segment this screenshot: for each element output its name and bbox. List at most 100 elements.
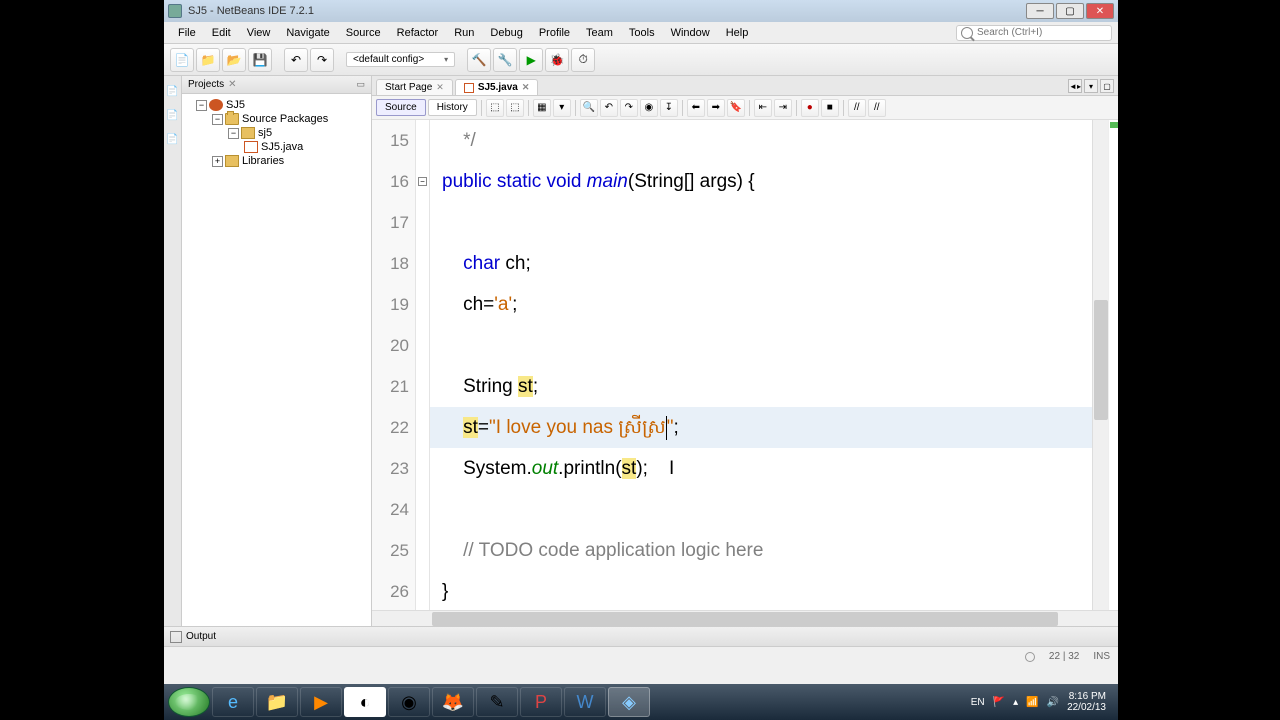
tray-clock[interactable]: 8:16 PM 22/02/13 <box>1067 691 1106 713</box>
tray-lang[interactable]: EN <box>971 697 985 708</box>
tree-node-libs[interactable]: + Libraries <box>184 154 369 168</box>
tree-toggle-icon[interactable]: + <box>212 156 223 167</box>
menu-team[interactable]: Team <box>578 25 621 41</box>
debug-button[interactable]: 🐞 <box>545 48 569 72</box>
subtab-history[interactable]: History <box>428 99 477 116</box>
menu-refactor[interactable]: Refactor <box>389 25 447 41</box>
taskbar-app3-button[interactable]: ✎ <box>476 687 518 717</box>
new-project-button[interactable]: 📁 <box>196 48 220 72</box>
line-number-gutter[interactable]: 15 16 17 18 19 20 21 22 23 24 25 26 <box>372 120 416 610</box>
tree-toggle-icon[interactable]: − <box>196 100 207 111</box>
shift-left-button[interactable]: ⇤ <box>754 99 772 117</box>
menu-tools[interactable]: Tools <box>621 25 663 41</box>
find-selection-button[interactable]: 🔍 <box>580 99 598 117</box>
menu-help[interactable]: Help <box>718 25 757 41</box>
menu-run[interactable]: Run <box>446 25 482 41</box>
projects-panel-minimize-icon[interactable]: ▭ <box>356 79 365 90</box>
project-tree[interactable]: − SJ5 − Source Packages − sj5 SJ5.java <box>182 94 371 626</box>
scrollbar-thumb[interactable] <box>1094 300 1108 420</box>
prev-bookmark-button[interactable]: ⬅ <box>687 99 705 117</box>
tray-network-icon[interactable]: 📶 <box>1026 697 1038 708</box>
taskbar-app1-button[interactable]: ◐ <box>344 687 386 717</box>
vertical-scrollbar[interactable] <box>1092 120 1108 610</box>
find-next-button[interactable]: ↷ <box>620 99 638 117</box>
scrollbar-thumb[interactable] <box>432 612 1058 626</box>
taskbar-wmp-button[interactable]: ▶ <box>300 687 342 717</box>
open-project-button[interactable]: 📂 <box>222 48 246 72</box>
search-input[interactable] <box>977 27 1107 38</box>
editor-btn-4[interactable]: ▾ <box>553 99 571 117</box>
menu-edit[interactable]: Edit <box>204 25 239 41</box>
rail-tab-projects[interactable]: 📄 <box>166 80 179 100</box>
fold-column[interactable]: − <box>416 120 430 610</box>
shift-right-button[interactable]: ⇥ <box>774 99 792 117</box>
uncomment-button[interactable]: // <box>868 99 886 117</box>
tab-sj5-java[interactable]: SJ5.java ✕ <box>455 79 539 95</box>
insert-mode[interactable]: INS <box>1093 651 1110 662</box>
next-bookmark-button[interactable]: ➡ <box>707 99 725 117</box>
menu-source[interactable]: Source <box>338 25 389 41</box>
tree-toggle-icon[interactable]: − <box>228 128 239 139</box>
tab-dropdown-button[interactable]: ▾ <box>1084 79 1098 93</box>
tree-toggle-icon[interactable]: − <box>212 114 223 125</box>
comment-button[interactable]: // <box>848 99 866 117</box>
taskbar-powerpoint-button[interactable]: P <box>520 687 562 717</box>
editor-btn-1[interactable]: ⬚ <box>486 99 504 117</box>
taskbar-firefox-button[interactable]: 🦊 <box>432 687 474 717</box>
taskbar-app2-button[interactable]: ◉ <box>388 687 430 717</box>
rail-tab-files[interactable]: 📄 <box>166 104 179 124</box>
new-file-button[interactable]: 📄 <box>170 48 194 72</box>
window-close-button[interactable]: ✕ <box>1086 3 1114 19</box>
menu-navigate[interactable]: Navigate <box>278 25 337 41</box>
start-button[interactable] <box>168 687 210 717</box>
code-editor[interactable]: */ public static void main(String[] args… <box>430 120 1092 610</box>
start-macro-button[interactable]: ● <box>801 99 819 117</box>
tray-flag-icon[interactable]: 🚩 <box>993 697 1005 708</box>
menu-file[interactable]: File <box>170 25 204 41</box>
tab-maximize-button[interactable]: ▢ <box>1100 79 1114 93</box>
subtab-source[interactable]: Source <box>376 99 426 116</box>
taskbar-ie-button[interactable]: e <box>212 687 254 717</box>
horizontal-scrollbar[interactable] <box>372 610 1118 626</box>
tree-node-file[interactable]: SJ5.java <box>184 140 369 154</box>
taskbar-netbeans-button[interactable]: ◈ <box>608 687 650 717</box>
menu-debug[interactable]: Debug <box>482 25 530 41</box>
output-panel-tab[interactable]: Output <box>164 626 1118 646</box>
projects-panel-close-icon[interactable]: ✕ <box>228 79 236 90</box>
tab-scroll-left-button[interactable]: ◄▸ <box>1068 79 1082 93</box>
stop-macro-button[interactable]: ■ <box>821 99 839 117</box>
editor-btn-2[interactable]: ⬚ <box>506 99 524 117</box>
menu-window[interactable]: Window <box>663 25 718 41</box>
tray-chevron-icon[interactable]: ▴ <box>1013 697 1018 708</box>
menu-view[interactable]: View <box>239 25 279 41</box>
profile-button[interactable]: ⏱ <box>571 48 595 72</box>
tree-node-src[interactable]: − Source Packages <box>184 112 369 126</box>
error-stripe-mark[interactable] <box>1110 122 1118 128</box>
error-stripe[interactable] <box>1108 120 1118 610</box>
tree-node-root[interactable]: − SJ5 <box>184 98 369 112</box>
clean-build-button[interactable]: 🔧 <box>493 48 517 72</box>
global-search[interactable] <box>956 25 1112 41</box>
close-icon[interactable]: ✕ <box>436 82 444 93</box>
toggle-bookmark-button[interactable]: 🔖 <box>727 99 745 117</box>
config-combo[interactable]: <default config> <box>346 52 455 67</box>
close-icon[interactable]: ✕ <box>522 82 530 93</box>
build-button[interactable]: 🔨 <box>467 48 491 72</box>
taskbar-word-button[interactable]: W <box>564 687 606 717</box>
find-prev-button[interactable]: ↶ <box>600 99 618 117</box>
editor-btn-3[interactable]: ▦ <box>533 99 551 117</box>
editor-btn-9[interactable]: ↧ <box>660 99 678 117</box>
redo-button[interactable]: ↷ <box>310 48 334 72</box>
window-minimize-button[interactable]: ─ <box>1026 3 1054 19</box>
window-maximize-button[interactable]: ▢ <box>1056 3 1084 19</box>
run-button[interactable]: ▶ <box>519 48 543 72</box>
tab-start-page[interactable]: Start Page ✕ <box>376 79 453 95</box>
menu-profile[interactable]: Profile <box>531 25 578 41</box>
system-tray[interactable]: EN 🚩 ▴ 📶 🔊 8:16 PM 22/02/13 <box>971 691 1114 713</box>
taskbar-explorer-button[interactable]: 📁 <box>256 687 298 717</box>
save-all-button[interactable]: 💾 <box>248 48 272 72</box>
undo-button[interactable]: ↶ <box>284 48 308 72</box>
toggle-highlight-button[interactable]: ◉ <box>640 99 658 117</box>
tree-node-pkg[interactable]: − sj5 <box>184 126 369 140</box>
rail-tab-services[interactable]: 📄 <box>166 128 179 148</box>
